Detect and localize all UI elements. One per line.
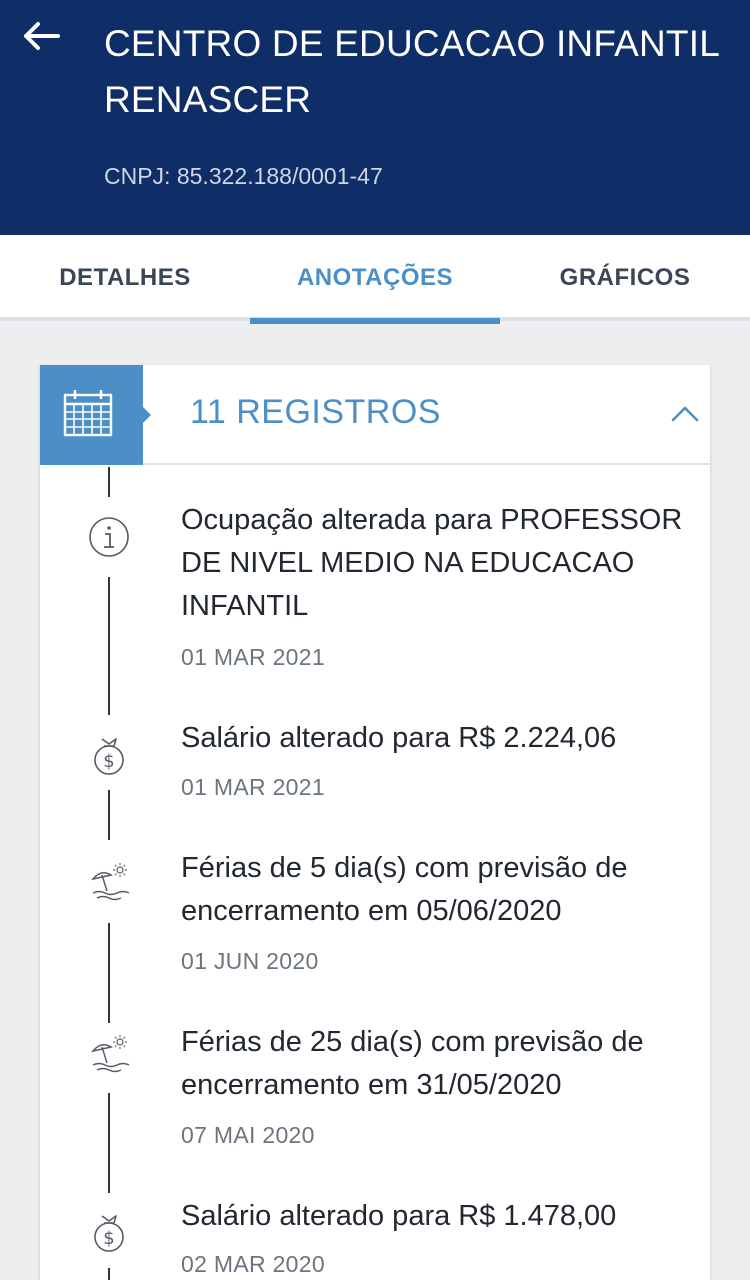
money-bag-icon: $: [94, 1215, 124, 1252]
timeline-line: [108, 577, 110, 715]
tab-anotacoes[interactable]: ANOTAÇÕES: [250, 235, 500, 321]
entry-date: 01 MAR 2021: [181, 774, 325, 800]
entry-text: Férias de 25 dia(s) com previsão de ence…: [181, 1026, 644, 1101]
arrow-left-icon[interactable]: [18, 16, 62, 56]
company-name: CENTRO DE EDUCACAO INFANTIL RENASCER: [104, 23, 719, 120]
timeline-line: [108, 923, 110, 1023]
card-header[interactable]: 11 REGISTROS: [40, 365, 710, 465]
registros-card: 11 REGISTROS Ocupação alterada para PROF…: [40, 365, 710, 1280]
active-tab-indicator: [250, 318, 500, 324]
timeline-line: [108, 790, 110, 840]
app-header: CENTRO DE EDUCACAO INFANTIL RENASCER CNP…: [0, 0, 750, 235]
timeline-line: [108, 467, 110, 497]
entry-text: Férias de 5 dia(s) com previsão de encer…: [181, 852, 628, 927]
calendar-badge: [40, 365, 143, 465]
entry-date: 01 MAR 2021: [181, 644, 325, 670]
timeline-line: [108, 1093, 110, 1193]
entry-date: 07 MAI 2020: [181, 1122, 315, 1148]
svg-text:$: $: [103, 751, 114, 772]
beach-umbrella-icon: [91, 1035, 130, 1073]
entry-date: 02 MAR 2020: [181, 1251, 325, 1277]
timeline-line: [108, 1268, 110, 1280]
chevron-up-icon[interactable]: [670, 401, 700, 425]
money-bag-icon: $: [94, 738, 124, 775]
entry-text: Ocupação alterada para PROFESSOR DE NIVE…: [181, 504, 683, 622]
calendar-icon: [63, 390, 113, 437]
entry-date: 01 JUN 2020: [181, 948, 319, 974]
entry-text: Salário alterado para R$ 1.478,00: [181, 1200, 617, 1232]
tab-graficos[interactable]: GRÁFICOS: [500, 235, 750, 321]
calendar-badge-pointer: [142, 406, 151, 424]
tab-bar: DETALHES ANOTAÇÕES GRÁFICOS: [0, 235, 750, 321]
tab-detalhes[interactable]: DETALHES: [0, 235, 250, 321]
entry-text: Salário alterado para R$ 2.224,06: [181, 722, 617, 754]
company-cnpj: CNPJ: 85.322.188/0001-47: [104, 163, 383, 189]
registros-count-title: 11 REGISTROS: [190, 393, 441, 431]
beach-umbrella-icon: [91, 863, 130, 901]
svg-text:$: $: [103, 1228, 114, 1249]
info-icon: [89, 517, 129, 557]
